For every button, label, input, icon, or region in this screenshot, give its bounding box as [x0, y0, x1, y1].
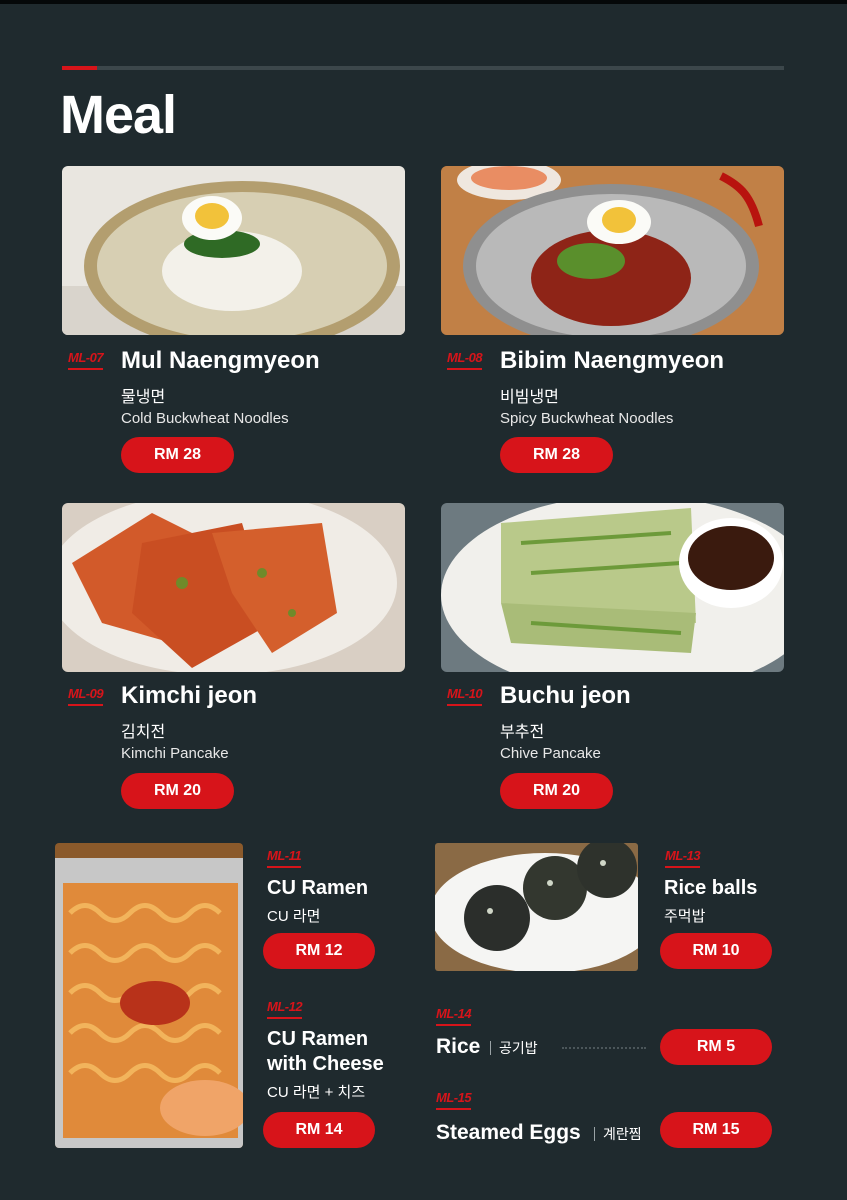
item-english-name: Kimchi Pancake: [121, 745, 229, 762]
price-badge: RM 5: [660, 1029, 772, 1065]
item-korean-name: 공기밥: [499, 1040, 538, 1056]
item-name-line1: CU Ramen: [267, 1028, 369, 1050]
item-code: ML-10: [447, 686, 483, 706]
price-badge: RM 12: [263, 933, 375, 969]
item-korean-name: CU 라면 + 치즈: [267, 1084, 366, 1101]
item-korean-name: 물냉면: [121, 389, 166, 406]
item-code: ML-14: [436, 1006, 472, 1026]
top-border: [0, 0, 847, 4]
price-badge: RM 15: [660, 1112, 772, 1148]
item-code: ML-09: [68, 686, 104, 706]
chive-pancake-photo: [441, 503, 784, 672]
spicy-noodle-bowl-photo: [441, 166, 784, 335]
divider-accent: [62, 66, 97, 70]
item-name: Rice balls: [664, 877, 758, 899]
item-code: ML-08: [447, 350, 483, 370]
item-name: Kimchi jeon: [121, 682, 258, 709]
item-english-name: Spicy Buckwheat Noodles: [500, 410, 674, 427]
item-code: ML-15: [436, 1090, 472, 1110]
price-badge: RM 20: [500, 773, 613, 809]
ramen-tray-photo: [55, 843, 243, 1148]
item-name: Bibim Naengmyeon: [500, 347, 725, 374]
item-korean-name: 주먹밥: [664, 908, 706, 925]
item-code: ML-11: [267, 848, 302, 868]
item-name-line2: with Cheese: [267, 1053, 384, 1075]
item-english-name: Cold Buckwheat Noodles: [121, 410, 289, 427]
item-name: Buchu jeon: [500, 682, 631, 709]
item-name: Steamed Eggs: [436, 1121, 581, 1144]
item-code: ML-07: [68, 350, 104, 370]
section-divider: [62, 66, 784, 70]
price-badge: RM 28: [500, 437, 613, 473]
price-badge: RM 20: [121, 773, 234, 809]
section-title: Meal: [60, 85, 177, 145]
item-korean-name: 김치전: [121, 724, 166, 741]
kimchi-pancake-photo: [62, 503, 405, 672]
rice-balls-photo: [435, 843, 638, 971]
dotted-leader: [562, 1047, 646, 1049]
price-badge: RM 10: [660, 933, 772, 969]
item-code: ML-13: [665, 848, 701, 868]
item-english-name: Chive Pancake: [500, 745, 601, 762]
name-separator: [594, 1127, 595, 1141]
price-badge: RM 14: [263, 1112, 375, 1148]
item-korean-name: CU 라면: [267, 908, 321, 925]
name-separator: [490, 1041, 491, 1055]
cold-noodle-bowl-photo: [62, 166, 405, 335]
price-badge: RM 28: [121, 437, 234, 473]
item-korean-name: 부추전: [500, 724, 545, 741]
item-name: Mul Naengmyeon: [121, 347, 320, 374]
item-name: CU Ramen: [267, 877, 369, 899]
item-korean-name: 비빔냉면: [500, 389, 559, 406]
item-name: Rice: [436, 1035, 481, 1058]
item-code: ML-12: [267, 999, 303, 1019]
item-korean-name: 계란찜: [603, 1126, 642, 1142]
